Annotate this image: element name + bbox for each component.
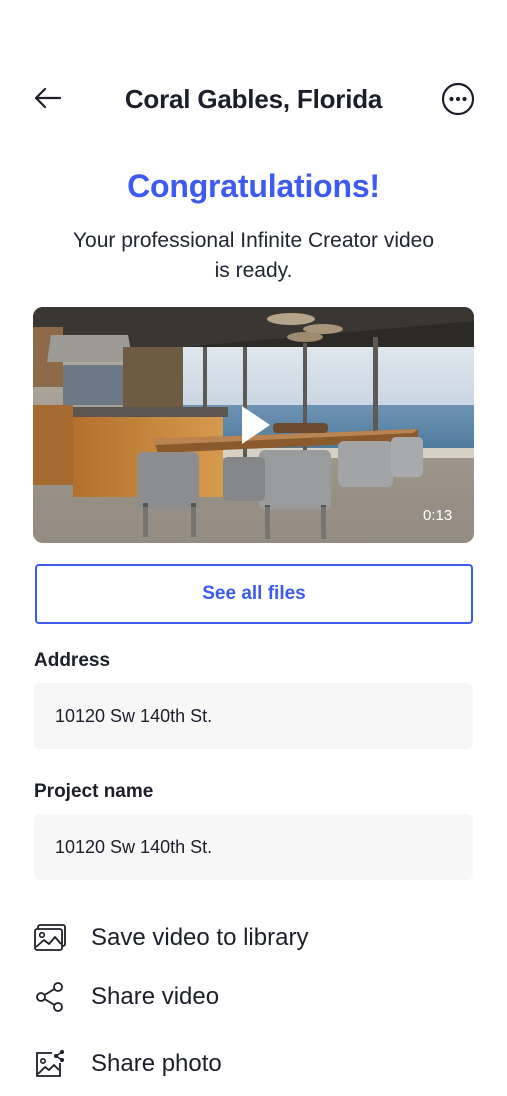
address-field[interactable]: 10120 Sw 140th St.: [34, 683, 473, 749]
share-photo-action[interactable]: Share photo: [33, 1042, 473, 1086]
share-photo-label: Share photo: [91, 1050, 222, 1077]
save-video-to-library-action[interactable]: Save video to library: [33, 916, 473, 960]
back-button[interactable]: [32, 84, 64, 112]
header: Coral Gables, Florida: [0, 72, 507, 124]
save-video-label: Save video to library: [91, 924, 309, 951]
video-duration: 0:13: [423, 507, 453, 524]
share-video-action[interactable]: Share video: [33, 975, 473, 1019]
share-video-label: Share video: [91, 983, 220, 1010]
more-options-button[interactable]: [441, 82, 475, 116]
project-name-label: Project name: [34, 781, 154, 802]
play-button[interactable]: [238, 404, 272, 446]
share-icon: [33, 980, 67, 1014]
page-title: Coral Gables, Florida: [124, 84, 383, 114]
play-icon: [242, 406, 270, 444]
see-all-files-button[interactable]: See all files: [35, 564, 473, 624]
more-horizontal-circle-icon: [441, 82, 475, 116]
address-label: Address: [34, 650, 111, 671]
arrow-left-icon: [34, 87, 62, 109]
share-photo-icon: [33, 1047, 67, 1081]
project-name-field[interactable]: 10120 Sw 140th St.: [34, 814, 473, 880]
congratulations-heading: Congratulations!: [127, 168, 380, 204]
ready-message: Your professional Infinite Creator video…: [72, 229, 435, 282]
photo-library-icon: [33, 921, 67, 955]
